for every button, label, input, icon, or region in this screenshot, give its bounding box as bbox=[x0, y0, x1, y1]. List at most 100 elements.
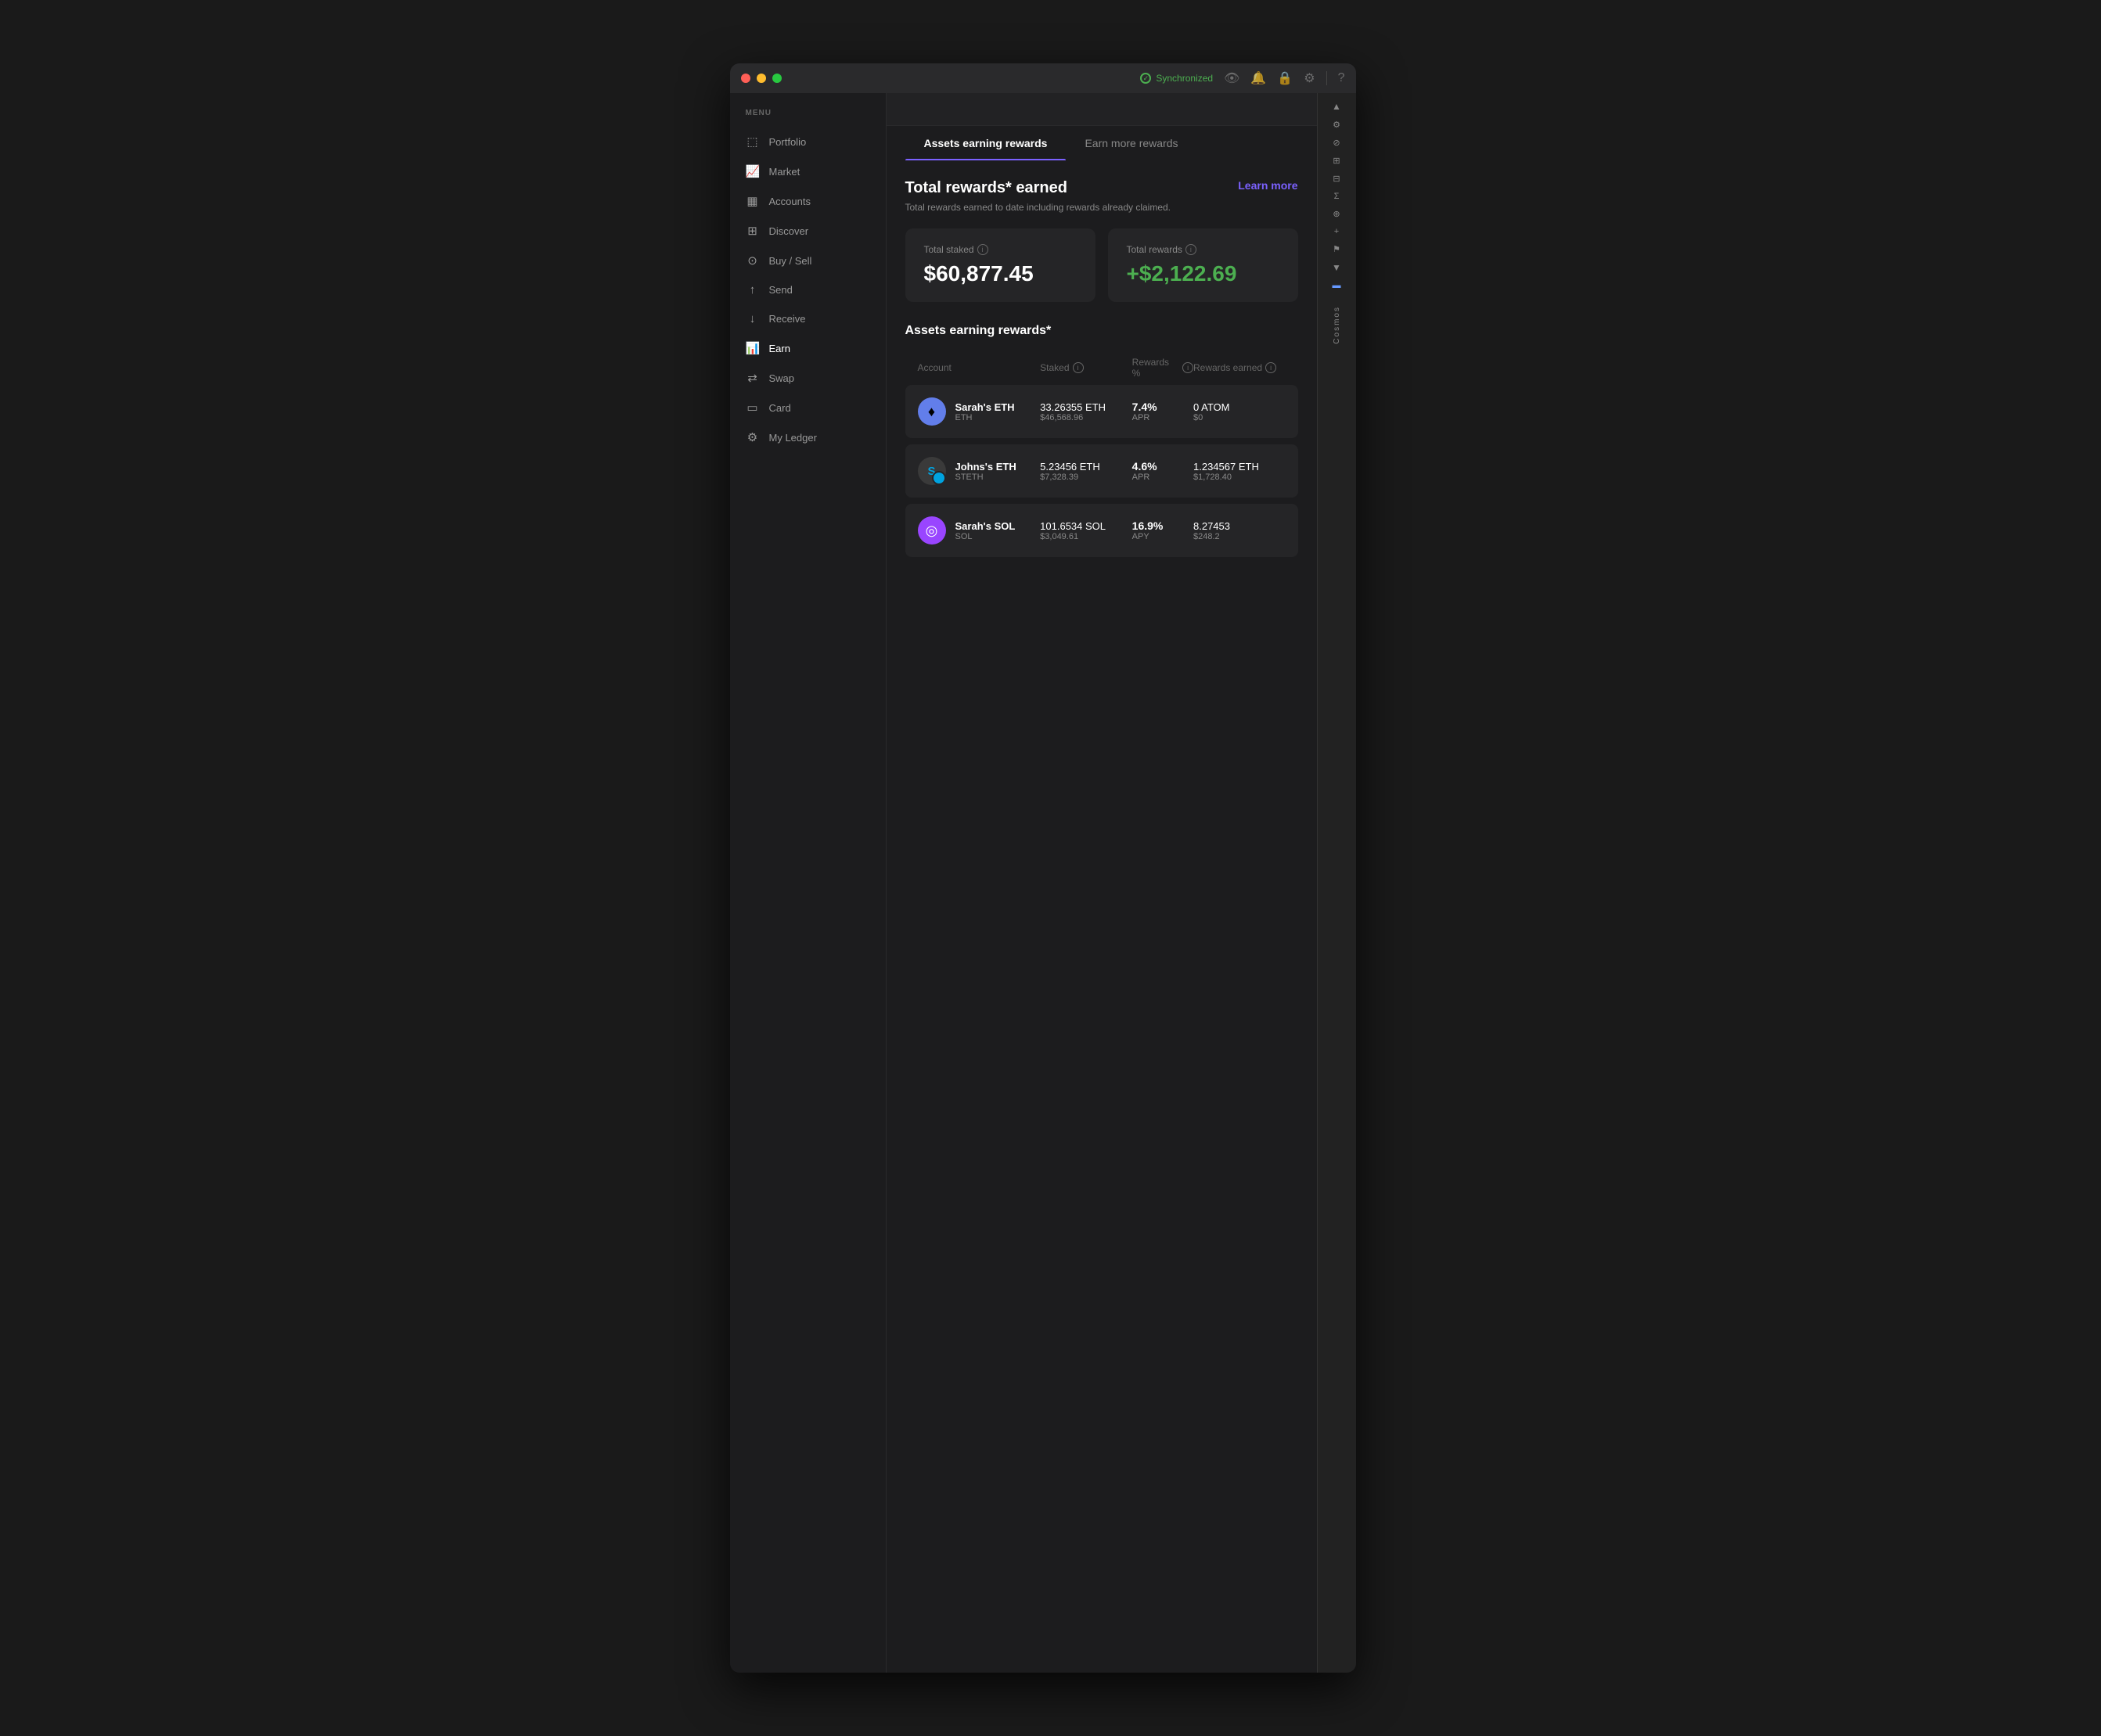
tab-earn-more[interactable]: Earn more rewards bbox=[1066, 126, 1196, 160]
sidebar-item-market[interactable]: 📈 Market bbox=[730, 156, 886, 186]
market-icon: 📈 bbox=[746, 164, 760, 178]
sidebar-item-accounts[interactable]: ▦ Accounts bbox=[730, 186, 886, 216]
apy-label: APR bbox=[1132, 473, 1193, 482]
top-bar bbox=[887, 93, 1317, 126]
panel-sigma-icon[interactable]: Σ bbox=[1334, 192, 1340, 201]
sidebar-item-label: Card bbox=[769, 402, 791, 414]
panel-chevron-up[interactable]: ▲ bbox=[1332, 101, 1341, 112]
rewards-amount: 8.27453 bbox=[1193, 520, 1286, 532]
titlebar: ✓ Synchronized 👁 🔔 🔒 ⚙ ? bbox=[730, 63, 1356, 93]
rewards-amount: 1.234567 ETH bbox=[1193, 461, 1286, 473]
table-row[interactable]: ◎ Sarah's SOL SOL 101.6534 SOL $3,049.61 bbox=[905, 504, 1298, 557]
right-panel: ▲ ⚙ ⊘ ⊞ ⊟ Σ ⊕ + ⚑ ▼ ▬ Cosmos bbox=[1317, 93, 1356, 1673]
learn-more-link[interactable]: Learn more bbox=[1238, 179, 1297, 192]
sol-avatar: ◎ bbox=[918, 516, 946, 545]
discover-icon: ⊞ bbox=[746, 224, 760, 238]
portfolio-icon: ⬚ bbox=[746, 135, 760, 149]
sidebar-item-buy-sell[interactable]: ⊙ Buy / Sell bbox=[730, 246, 886, 275]
panel-view-icon[interactable]: ⊟ bbox=[1333, 174, 1340, 184]
sidebar-item-receive[interactable]: ↓ Receive bbox=[730, 304, 886, 333]
stats-row: Total staked i $60,877.45 Total rewards … bbox=[905, 228, 1298, 302]
gear-icon[interactable]: ⚙ bbox=[1304, 70, 1315, 86]
staked-usd: $3,049.61 bbox=[1040, 532, 1132, 541]
sidebar-item-swap[interactable]: ⇄ Swap bbox=[730, 363, 886, 393]
rewards-usd: $248.2 bbox=[1193, 532, 1286, 541]
panel-chevron-down[interactable]: ▼ bbox=[1332, 262, 1341, 273]
rewards-usd: $1,728.40 bbox=[1193, 473, 1286, 482]
panel-globe-icon[interactable]: ⊕ bbox=[1333, 209, 1340, 219]
sidebar-item-label: Discover bbox=[769, 225, 809, 237]
asset-ticker: SOL bbox=[955, 532, 1016, 541]
staked-col-info-icon[interactable]: i bbox=[1073, 362, 1084, 373]
rewards-info-icon[interactable]: i bbox=[1185, 244, 1196, 255]
sidebar-item-label: Receive bbox=[769, 313, 806, 325]
earn-icon: 📊 bbox=[746, 341, 760, 355]
col-rewards-pct: Rewards % i bbox=[1132, 357, 1193, 379]
asset-name: Sarah's SOL bbox=[955, 520, 1016, 532]
tab-assets-earning[interactable]: Assets earning rewards bbox=[905, 126, 1067, 160]
maximize-button[interactable] bbox=[772, 74, 782, 83]
assets-section-title: Assets earning rewards* bbox=[905, 324, 1298, 338]
swap-icon: ⇄ bbox=[746, 371, 760, 385]
cosmos-label: Cosmos bbox=[1333, 306, 1341, 344]
eye-icon[interactable]: 👁 bbox=[1224, 70, 1239, 86]
sidebar-item-send[interactable]: ↑ Send bbox=[730, 275, 886, 304]
rewards-header: Total rewards* earned Total rewards earn… bbox=[905, 179, 1298, 213]
asset-info: S Johns's ETH STETH bbox=[918, 457, 1041, 485]
help-icon[interactable]: ? bbox=[1338, 71, 1345, 85]
staked-amount: 33.26355 ETH bbox=[1040, 401, 1132, 413]
rewards-usd: $0 bbox=[1193, 413, 1286, 422]
staked-amount: 5.23456 ETH bbox=[1040, 461, 1132, 473]
table-row[interactable]: S Johns's ETH STETH 5.23456 ETH $7,328.3… bbox=[905, 444, 1298, 498]
asset-name: Sarah's ETH bbox=[955, 401, 1015, 413]
sidebar-item-label: Earn bbox=[769, 343, 790, 354]
sidebar-item-label: My Ledger bbox=[769, 432, 817, 444]
card-icon: ▭ bbox=[746, 401, 760, 415]
staked-usd: $7,328.39 bbox=[1040, 473, 1132, 482]
sidebar-item-label: Swap bbox=[769, 372, 795, 384]
col-rewards-earned: Rewards earned i bbox=[1193, 357, 1286, 379]
rewards-amount: 0 ATOM bbox=[1193, 401, 1286, 413]
send-icon: ↑ bbox=[746, 283, 760, 297]
panel-grid-icon[interactable]: ⊞ bbox=[1333, 156, 1340, 166]
staked-info-icon[interactable]: i bbox=[977, 244, 988, 255]
main-content: Assets earning rewards Earn more rewards… bbox=[887, 93, 1317, 1673]
sync-status: ✓ Synchronized bbox=[1140, 73, 1213, 84]
rewards-pct-info-icon[interactable]: i bbox=[1182, 362, 1193, 373]
bell-icon[interactable]: 🔔 bbox=[1250, 70, 1266, 86]
col-account: Account bbox=[918, 357, 1041, 379]
panel-settings-icon[interactable]: ⚙ bbox=[1333, 120, 1340, 130]
rewards-earned-info-icon[interactable]: i bbox=[1265, 362, 1276, 373]
sidebar-item-my-ledger[interactable]: ⚙ My Ledger bbox=[730, 422, 886, 452]
sidebar-item-discover[interactable]: ⊞ Discover bbox=[730, 216, 886, 246]
asset-ticker: ETH bbox=[955, 413, 1015, 422]
sidebar: MENU ⬚ Portfolio 📈 Market ▦ Accounts ⊞ D… bbox=[730, 93, 887, 1673]
apy-value: 7.4% bbox=[1132, 401, 1193, 413]
panel-add-icon[interactable]: + bbox=[1334, 227, 1339, 236]
total-staked-card: Total staked i $60,877.45 bbox=[905, 228, 1095, 302]
rewards-subtitle: Total rewards earned to date including r… bbox=[905, 202, 1171, 213]
table-row[interactable]: ♦ Sarah's ETH ETH 33.26355 ETH $46,568.9… bbox=[905, 385, 1298, 438]
minimize-button[interactable] bbox=[757, 74, 766, 83]
apy-value: 16.9% bbox=[1132, 519, 1193, 532]
divider bbox=[1326, 71, 1327, 85]
asset-name: Johns's ETH bbox=[955, 461, 1016, 473]
asset-ticker: STETH bbox=[955, 473, 1016, 482]
sidebar-item-label: Market bbox=[769, 166, 800, 178]
rewards-title: Total rewards* earned bbox=[905, 179, 1171, 197]
sidebar-item-label: Portfolio bbox=[769, 136, 807, 148]
accounts-icon: ▦ bbox=[746, 194, 760, 208]
sidebar-item-portfolio[interactable]: ⬚ Portfolio bbox=[730, 127, 886, 156]
close-button[interactable] bbox=[741, 74, 750, 83]
assets-table: Assets earning rewards* Account Staked i bbox=[905, 324, 1298, 557]
staked-usd: $46,568.96 bbox=[1040, 413, 1132, 422]
sidebar-item-card[interactable]: ▭ Card bbox=[730, 393, 886, 422]
lock-icon[interactable]: 🔒 bbox=[1277, 70, 1293, 86]
col-staked: Staked i bbox=[1040, 357, 1132, 379]
sidebar-item-earn[interactable]: 📊 Earn bbox=[730, 333, 886, 363]
panel-block-icon[interactable]: ⊘ bbox=[1333, 138, 1340, 148]
tab-bar: Assets earning rewards Earn more rewards bbox=[887, 126, 1317, 160]
panel-flag-icon[interactable]: ⚑ bbox=[1333, 244, 1340, 254]
asset-info: ♦ Sarah's ETH ETH bbox=[918, 397, 1041, 426]
asset-info: ◎ Sarah's SOL SOL bbox=[918, 516, 1041, 545]
